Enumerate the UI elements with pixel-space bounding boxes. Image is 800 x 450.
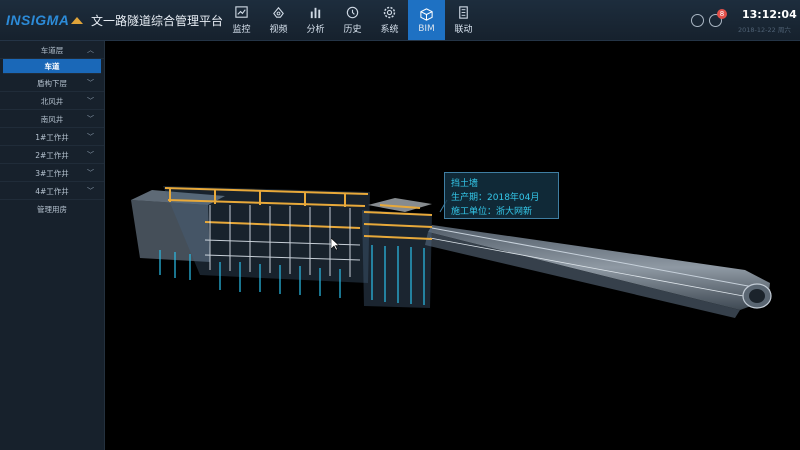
tooltip-title: 挡土墙 xyxy=(451,179,479,189)
sidebar-item-lane-layer[interactable]: 车道层 ︿ xyxy=(0,41,104,59)
mouse-cursor-icon xyxy=(331,238,340,251)
nav-video[interactable]: 视频 xyxy=(260,0,297,40)
nav-history[interactable]: 历史 xyxy=(334,0,371,40)
history-clock-icon xyxy=(346,6,359,19)
sidebar-item-label: 管理用房 xyxy=(37,205,67,214)
tooltip-production: 生产期：2018年04月 xyxy=(451,190,539,203)
chevron-down-icon: ﹀ xyxy=(87,187,94,195)
monitor-chart-icon xyxy=(235,6,248,18)
sidebar: 车道层 ︿ 车道 盾构下层 ﹀ 北风井 ﹀ 南风井 ﹀ 1#工作井 ﹀ 2#工作… xyxy=(0,41,105,450)
component-info-tooltip: 挡土墙 生产期：2018年04月 施工单位：浙大网新 xyxy=(444,172,559,219)
building-icon xyxy=(459,6,468,19)
sidebar-item-well-2[interactable]: 2#工作井 ﹀ xyxy=(0,146,104,164)
main-nav: 监控 视频 分析 历史 系统 BIM 联动 xyxy=(223,0,482,40)
tooltip-builder-value: 浙大网新 xyxy=(496,207,533,217)
nav-analysis[interactable]: 分析 xyxy=(297,0,334,40)
app-title: 文一路隧道综合管理平台 xyxy=(91,14,224,28)
video-icon xyxy=(273,6,284,18)
nav-label: BIM xyxy=(418,23,435,34)
nav-linkage[interactable]: 联动 xyxy=(445,0,482,40)
chevron-down-icon: ﹀ xyxy=(87,79,94,87)
sidebar-item-well-3[interactable]: 3#工作井 ﹀ xyxy=(0,164,104,182)
sidebar-item-well-4[interactable]: 4#工作井 ﹀ xyxy=(0,182,104,200)
clock-date: 2018-12-22 周六 xyxy=(738,26,791,34)
nav-label: 视频 xyxy=(269,25,288,35)
notification-badge: 8 xyxy=(717,9,727,19)
nav-label: 监控 xyxy=(232,25,251,35)
tunnel-tube[interactable] xyxy=(425,225,772,318)
chevron-down-icon: ﹀ xyxy=(87,151,94,159)
nav-system[interactable]: 系统 xyxy=(371,0,408,40)
cube-icon xyxy=(420,7,433,21)
bim-model[interactable] xyxy=(105,41,800,450)
sidebar-item-label: 车道 xyxy=(44,62,60,71)
sidebar-item-shield-lower[interactable]: 盾构下层 ﹀ xyxy=(0,74,104,92)
gear-icon xyxy=(383,6,396,19)
tooltip-builder-label: 施工单位： xyxy=(451,207,497,217)
nav-label: 系统 xyxy=(380,25,399,35)
user-icon[interactable] xyxy=(691,14,704,27)
tooltip-production-label: 生产期： xyxy=(451,193,488,203)
clock-time: 13:12:04 xyxy=(742,8,797,21)
nav-monitor[interactable]: 监控 xyxy=(223,0,260,40)
chevron-up-icon: ︿ xyxy=(87,46,94,54)
chevron-down-icon: ﹀ xyxy=(87,169,94,177)
sidebar-item-management-building[interactable]: 管理用房 xyxy=(0,200,104,217)
nav-label: 历史 xyxy=(343,25,362,35)
bar-chart-icon xyxy=(310,7,321,19)
nav-label: 分析 xyxy=(306,25,325,35)
chevron-down-icon: ﹀ xyxy=(87,115,94,123)
chevron-down-icon: ﹀ xyxy=(87,133,94,141)
nav-label: 联动 xyxy=(454,25,473,35)
retaining-wall-shaft[interactable] xyxy=(362,198,433,308)
sidebar-item-well-1[interactable]: 1#工作井 ﹀ xyxy=(0,128,104,146)
tooltip-builder: 施工单位：浙大网新 xyxy=(451,204,532,217)
top-bar: INSIGMA 文一路隧道综合管理平台 监控 视频 分析 历史 系统 BIM 联… xyxy=(0,0,800,41)
tooltip-production-value: 2018年04月 xyxy=(487,193,540,203)
sidebar-item-lane[interactable]: 车道 xyxy=(3,59,101,74)
sidebar-item-south-shaft[interactable]: 南风井 ﹀ xyxy=(0,110,104,128)
sidebar-item-north-shaft[interactable]: 北风井 ﹀ xyxy=(0,92,104,110)
nav-bim[interactable]: BIM xyxy=(408,0,445,40)
bim-3d-viewport[interactable]: 挡土墙 生产期：2018年04月 施工单位：浙大网新 xyxy=(105,41,800,450)
insigma-logo[interactable]: INSIGMA xyxy=(6,12,84,28)
chevron-down-icon: ﹀ xyxy=(87,97,94,105)
